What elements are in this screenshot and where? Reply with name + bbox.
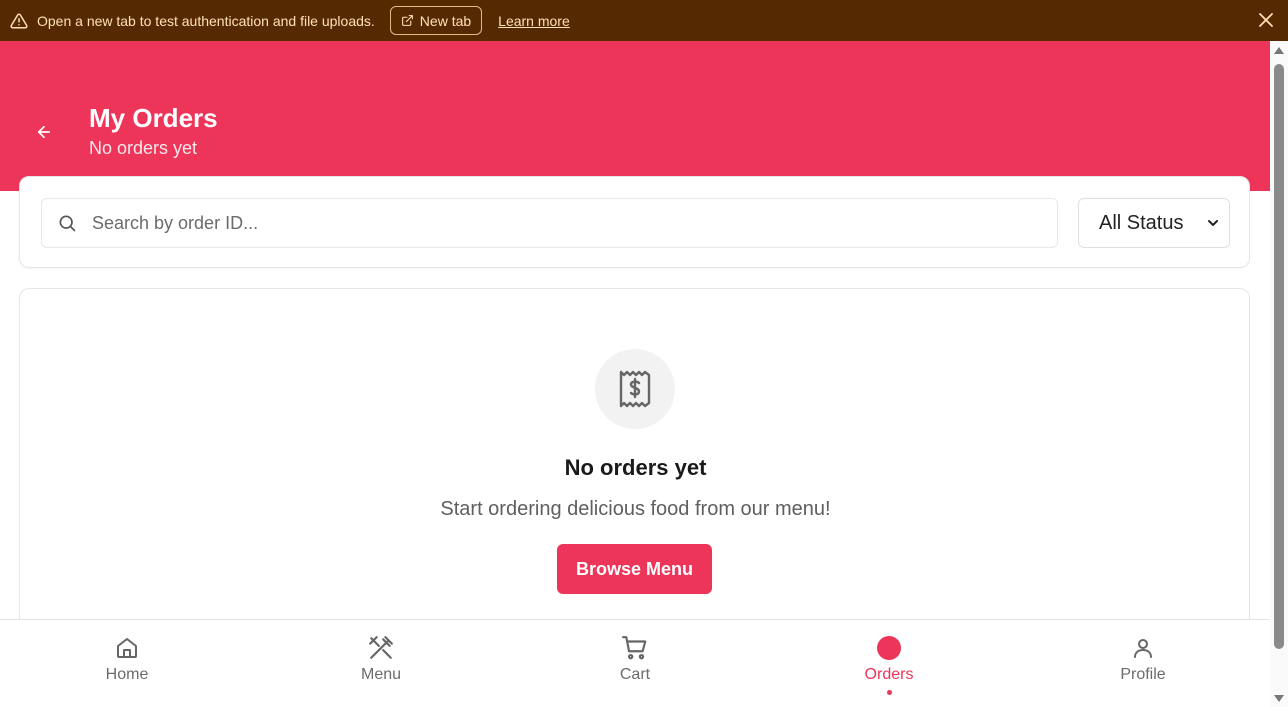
nav-item-orders[interactable]: Orders: [762, 620, 1016, 707]
learn-more-link[interactable]: Learn more: [498, 13, 570, 29]
status-select[interactable]: All Status: [1078, 198, 1230, 248]
page-subtitle: No orders yet: [89, 138, 198, 158]
cart-icon: [622, 635, 648, 661]
scroll-down-arrow-icon[interactable]: [1274, 695, 1284, 702]
new-tab-label: New tab: [419, 12, 472, 29]
close-icon[interactable]: [1256, 10, 1276, 30]
dev-warning-banner: Open a new tab to test authentication an…: [0, 0, 1288, 41]
nav-item-cart[interactable]: Cart: [508, 620, 762, 707]
back-button[interactable]: [33, 121, 55, 143]
scroll-up-arrow-icon[interactable]: [1274, 47, 1284, 54]
nav-item-home[interactable]: Home: [0, 620, 254, 707]
home-icon: [114, 635, 140, 661]
search-input[interactable]: [92, 212, 992, 234]
nav-label-profile: Profile: [1120, 666, 1166, 683]
search-box[interactable]: [41, 198, 1058, 248]
warning-icon: [9, 11, 29, 31]
receipt-icon: [595, 349, 675, 429]
status-select-value: All Status: [1099, 211, 1184, 234]
search-icon: [56, 212, 78, 234]
page-header: My Orders No orders yet: [0, 41, 1270, 191]
nav-label-menu: Menu: [360, 666, 402, 683]
bottom-navigation: Home Menu Cart Orders Profile: [0, 619, 1270, 707]
empty-state-message: Start ordering delicious food from our m…: [440, 498, 831, 520]
nav-label-home: Home: [105, 666, 149, 683]
arrow-left-icon: [37, 125, 51, 139]
chevron-down-icon: [1208, 220, 1218, 226]
page-viewport: My Orders No orders yet All Status No or…: [0, 41, 1270, 707]
vertical-scrollbar[interactable]: [1270, 41, 1288, 707]
orders-icon: [876, 635, 902, 661]
new-tab-button[interactable]: New tab: [389, 6, 483, 35]
browse-menu-button[interactable]: Browse Menu: [557, 544, 712, 594]
nav-label-cart: Cart: [619, 666, 651, 683]
page-title: My Orders: [89, 103, 218, 133]
scroll-thumb[interactable]: [1274, 64, 1284, 649]
empty-state-title: No orders yet: [564, 455, 707, 480]
nav-item-profile[interactable]: Profile: [1016, 620, 1270, 707]
active-indicator-dot: [886, 690, 892, 695]
banner-message: Open a new tab to test authentication an…: [37, 12, 375, 29]
nav-item-menu[interactable]: Menu: [254, 620, 508, 707]
utensils-icon: [368, 635, 394, 661]
nav-label-orders: Orders: [864, 666, 914, 683]
filter-card: All Status: [19, 176, 1250, 268]
external-link-icon: [401, 15, 413, 26]
user-icon: [1130, 635, 1156, 661]
